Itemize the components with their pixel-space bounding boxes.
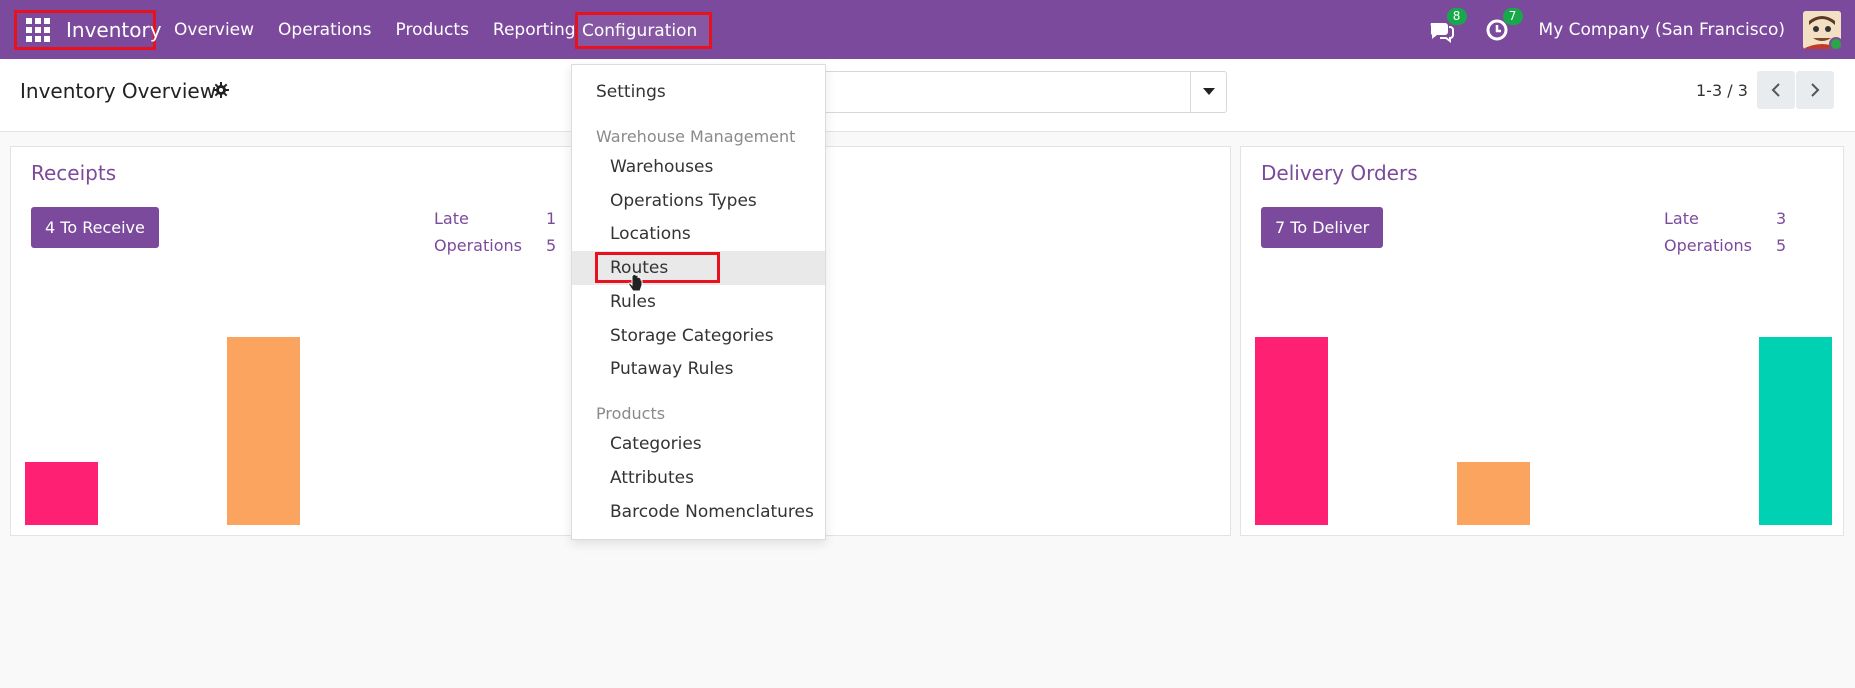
card-title-receipts[interactable]: Receipts bbox=[31, 161, 116, 185]
graph-bar[interactable] bbox=[1457, 462, 1530, 525]
messages-badge: 8 bbox=[1446, 7, 1467, 25]
company-switcher[interactable]: My Company (San Francisco) bbox=[1539, 20, 1785, 40]
card-title-delivery-orders[interactable]: Delivery Orders bbox=[1261, 161, 1418, 185]
gear-icon[interactable] bbox=[213, 82, 229, 98]
activities-icon[interactable]: 7 bbox=[1483, 7, 1523, 44]
app-name[interactable]: Inventory bbox=[66, 18, 162, 42]
late-label[interactable]: Late bbox=[1664, 209, 1699, 228]
menu-item-storage-categories[interactable]: Storage Categories bbox=[572, 319, 825, 353]
section-header-warehouse-management: Warehouse Management bbox=[596, 127, 796, 146]
menu-item-categories[interactable]: Categories bbox=[572, 427, 825, 461]
menu-item-locations[interactable]: Locations bbox=[572, 217, 825, 251]
app-switcher[interactable]: Inventory bbox=[14, 10, 162, 50]
late-label[interactable]: Late bbox=[434, 209, 469, 228]
apps-grid-icon[interactable] bbox=[26, 18, 50, 42]
messages-icon[interactable]: 8 bbox=[1427, 7, 1467, 44]
late-value[interactable]: 1 bbox=[546, 209, 556, 228]
routes-highlight-box bbox=[595, 252, 720, 283]
graph-bar[interactable] bbox=[1759, 337, 1832, 525]
chevron-right-icon bbox=[1811, 83, 1820, 97]
pager-previous-button[interactable] bbox=[1757, 71, 1795, 109]
section-header-products: Products bbox=[596, 404, 666, 423]
menu-item-putaway-rules[interactable]: Putaway Rules bbox=[572, 352, 825, 386]
menu-item-attributes[interactable]: Attributes bbox=[572, 461, 825, 495]
late-value[interactable]: 3 bbox=[1776, 209, 1786, 228]
operations-value[interactable]: 5 bbox=[546, 236, 556, 255]
pager-value[interactable]: 1-3 / 3 bbox=[1696, 81, 1748, 100]
configuration-dropdown: Settings Warehouse Management Warehouses… bbox=[571, 64, 826, 540]
menu-item-rules[interactable]: Rules bbox=[572, 285, 825, 319]
delivery-orders-card: Delivery Orders 7 To Deliver Late 3 Oper… bbox=[1240, 146, 1844, 536]
menu-products[interactable]: Products bbox=[396, 20, 469, 40]
activities-badge: 7 bbox=[1502, 7, 1523, 25]
to-receive-button[interactable]: 4 To Receive bbox=[31, 207, 159, 248]
online-status-icon bbox=[1829, 36, 1841, 49]
pager-next-button[interactable] bbox=[1796, 71, 1834, 109]
hand-cursor-icon bbox=[628, 275, 643, 292]
menu-item-barcode-nomenclatures[interactable]: Barcode Nomenclatures bbox=[572, 495, 825, 529]
control-panel: Inventory Overview 1-3 / 3 bbox=[0, 59, 1855, 132]
menu-item-warehouses[interactable]: Warehouses bbox=[572, 150, 825, 184]
top-navbar: Inventory Overview Operations Products R… bbox=[0, 0, 1855, 59]
operations-label[interactable]: Operations bbox=[1664, 236, 1752, 255]
menu-configuration[interactable]: Configuration bbox=[575, 12, 712, 49]
menu-overview[interactable]: Overview bbox=[174, 20, 254, 40]
operations-value[interactable]: 5 bbox=[1776, 236, 1786, 255]
to-deliver-button[interactable]: 7 To Deliver bbox=[1261, 207, 1384, 248]
graph-bar[interactable] bbox=[227, 337, 300, 525]
chevron-left-icon bbox=[1771, 83, 1780, 97]
menu-item-settings[interactable]: Settings bbox=[572, 75, 825, 109]
caret-down-icon bbox=[1202, 88, 1215, 95]
graph-bar[interactable] bbox=[1255, 337, 1328, 525]
systray: 8 7 My Company (San Francisco) bbox=[1427, 0, 1855, 59]
main-menu: Overview Operations Products Reporting bbox=[174, 0, 600, 59]
search-options-toggle[interactable] bbox=[1190, 72, 1226, 112]
menu-operations[interactable]: Operations bbox=[278, 20, 371, 40]
user-avatar[interactable] bbox=[1803, 10, 1841, 49]
operations-label[interactable]: Operations bbox=[434, 236, 522, 255]
menu-reporting[interactable]: Reporting bbox=[493, 20, 576, 40]
menu-item-operations-types[interactable]: Operations Types bbox=[572, 184, 825, 218]
receipts-card: Receipts 4 To Receive Late 1 Operations … bbox=[10, 146, 630, 536]
graph-bar[interactable] bbox=[25, 462, 98, 525]
page-title: Inventory Overview bbox=[20, 79, 217, 103]
